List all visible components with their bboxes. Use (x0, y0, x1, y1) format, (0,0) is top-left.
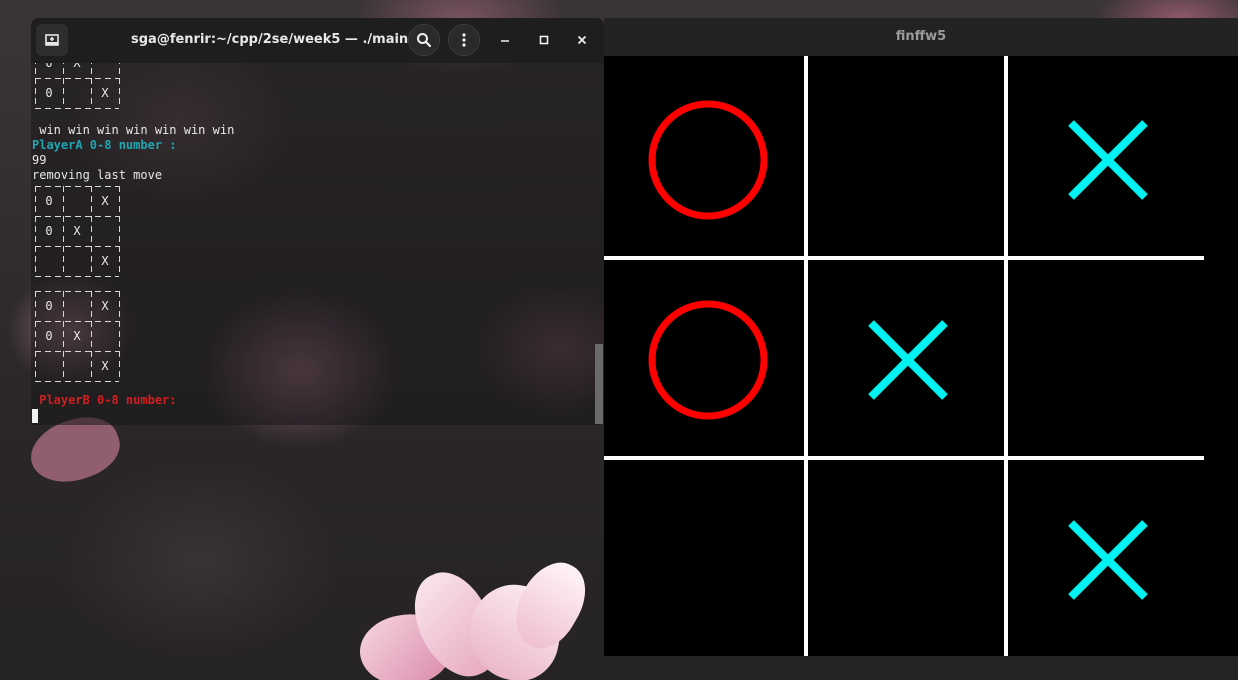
terminal-prompt-player-b: PlayerB 0-8 number: (32, 393, 177, 407)
close-button[interactable] (571, 29, 593, 51)
terminal-board-cell (35, 351, 63, 381)
maximize-icon (539, 35, 549, 45)
terminal-board-cell (63, 246, 91, 276)
terminal-output[interactable]: 0 X 0 X win win win win win win win PlayerA… (31, 63, 593, 425)
terminal-cursor (32, 409, 38, 423)
terminal-board-cell (91, 321, 119, 351)
terminal-board-cell: 0 (45, 299, 53, 313)
kebab-menu-icon (462, 33, 466, 47)
terminal-board-cell: X (73, 329, 81, 343)
terminal-board-cell: 0 (45, 194, 53, 208)
terminal-board-cell (63, 78, 91, 108)
tic-tac-toe-canvas[interactable] (604, 56, 1238, 656)
terminal-board-cell: 0 (45, 329, 53, 343)
scrollbar-thumb[interactable] (595, 344, 603, 424)
terminal-board-cell: X (101, 194, 109, 208)
new-tab-icon (45, 34, 59, 46)
search-icon (417, 33, 432, 48)
terminal-board-cell: 0 (45, 86, 53, 100)
terminal-line-win: win win win win win win win (32, 123, 235, 137)
terminal-header-bar[interactable]: sga@fenrir:~/cpp/2se/week5 — ./main.exe (31, 18, 604, 63)
terminal-board-cell: X (101, 86, 109, 100)
terminal-board-cell (35, 246, 63, 276)
o-mark (648, 100, 768, 220)
terminal-board-2: 0 X 0 X X (35, 291, 120, 382)
terminal-board-cell (63, 351, 91, 381)
terminal-line-removing: removing last move (32, 168, 163, 182)
terminal-board-cell: X (73, 63, 81, 70)
minimize-icon (501, 40, 509, 42)
new-tab-button[interactable] (36, 24, 68, 56)
terminal-board-cell (91, 216, 119, 246)
terminal-board-cell (91, 63, 119, 78)
terminal-board-cell (63, 186, 91, 216)
terminal-board-1: 0 X 0 X X (35, 186, 120, 277)
minimize-button[interactable] (494, 29, 516, 51)
terminal-board-cell: X (101, 254, 109, 268)
search-button[interactable] (408, 24, 440, 56)
terminal-board-cell: 0 (45, 224, 53, 238)
game-window-title: finffw5 (604, 18, 1238, 56)
menu-button[interactable] (448, 24, 480, 56)
terminal-board-cell: 0 (45, 63, 53, 70)
terminal-window[interactable]: sga@fenrir:~/cpp/2se/week5 — ./main.exe (31, 18, 604, 425)
terminal-board-cell: X (73, 224, 81, 238)
terminal-scrollbar[interactable] (593, 63, 604, 425)
terminal-prompt-player-a: PlayerA 0-8 number : (32, 138, 177, 152)
terminal-title: sga@fenrir:~/cpp/2se/week5 — ./main.exe (131, 32, 440, 47)
terminal-board-cell (63, 291, 91, 321)
tic-tac-toe-board[interactable] (604, 56, 1238, 656)
terminal-board-cell: X (101, 299, 109, 313)
o-mark (648, 300, 768, 420)
game-window[interactable]: finffw5 (604, 18, 1238, 656)
close-icon (577, 35, 587, 45)
terminal-board-cell: X (101, 359, 109, 373)
terminal-line-input: 99 (32, 153, 47, 167)
maximize-button[interactable] (533, 29, 555, 51)
